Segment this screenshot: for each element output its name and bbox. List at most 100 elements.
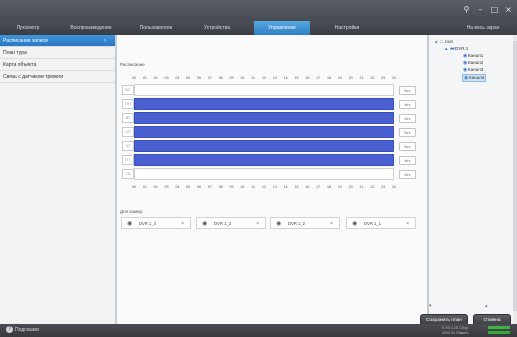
tree-device-label: DVR 1 (455, 46, 469, 51)
camera-chip: ◉ DVR 1_3 × (196, 217, 266, 229)
menu-playback[interactable]: Воспроизведение (56, 21, 126, 35)
close-icon[interactable]: × (181, 218, 184, 230)
status-line-2: 0/0/0 00 Память (442, 331, 469, 335)
hour-scale-top: 00 01 02 03 04 05 06 07 08 09 10 11 12 13 14 15 16 17 18 19… (132, 74, 396, 82)
camera-chip: ◉ DVR 1_4 × (121, 217, 191, 229)
tree-channel-label: Канал4 (469, 75, 485, 80)
tree-scrollbar[interactable] (513, 35, 517, 324)
hour-tick: 06 (197, 185, 201, 189)
close-icon[interactable]: × (256, 218, 259, 230)
help-link[interactable]: ? Подсказки (6, 326, 39, 335)
camera-name: DVR 1_4 (139, 221, 156, 226)
tree-channel-label: Канал1 (468, 53, 484, 58)
hour-tick: 09 (229, 185, 234, 189)
close-icon[interactable]: × (330, 218, 333, 230)
status-bar: ? Подсказки 0.7/0.1.2Б Сбор 0/0/0 00 Памя… (0, 324, 517, 337)
nav-item-alarm-link[interactable]: Связь с датчиком тревоги (0, 71, 115, 83)
hour-tick: 07 (207, 185, 212, 189)
window-controls: ⚲ – □ × (462, 5, 513, 14)
menu-view[interactable]: Просмотр (0, 21, 56, 35)
set-day-button[interactable]: Уст. (399, 100, 416, 109)
cpu-bar (488, 326, 510, 329)
day-timeline[interactable] (134, 168, 394, 180)
hour-tick: 11 (251, 76, 256, 80)
hour-tick: 14 (283, 185, 288, 189)
hour-tick: 18 (327, 185, 331, 189)
nav-item-record-schedule[interactable]: Расписание записи › (0, 35, 115, 47)
close-icon[interactable]: × (504, 5, 513, 14)
hour-tick: 01 (142, 185, 147, 189)
schedule-row: ПН Уст. (117, 98, 427, 110)
day-label: ЧТ (122, 141, 134, 151)
menu-users[interactable]: Пользователи (126, 21, 186, 35)
day-timeline[interactable] (134, 140, 394, 152)
day-timeline[interactable] (134, 154, 394, 166)
day-timeline[interactable] (134, 98, 394, 110)
tree-channel[interactable]: ◉Канал2 (463, 60, 483, 66)
camera-name: DVR 1_3 (214, 221, 231, 226)
schedule-row: ПТ Уст. (117, 154, 427, 166)
hour-tick: 19 (337, 76, 342, 80)
tree-device[interactable]: ▴ ▬DVR 1 (445, 46, 468, 52)
schedule-row: ВС Уст. (117, 84, 427, 96)
hour-tick: 03 (164, 185, 169, 189)
menu-fullscreen[interactable]: На весь экран (449, 21, 517, 35)
hour-tick: 09 (229, 76, 234, 80)
hour-tick: 00 (132, 185, 136, 189)
hour-tick: 24 (392, 76, 396, 80)
set-day-button[interactable]: Уст. (399, 86, 416, 95)
camera-name: DVR 1_1 (364, 221, 381, 226)
hour-tick: 18 (327, 76, 331, 80)
day-label: СР (122, 127, 134, 137)
tree-channel-selected[interactable]: ◉Канал4 (462, 74, 487, 82)
tree-root[interactable]: ▴ ⛬root (435, 39, 453, 45)
camera-icon: ◉ (127, 220, 133, 227)
scroll-down-icon[interactable]: ▾ (429, 303, 432, 309)
hour-tick: 24 (392, 185, 396, 189)
day-timeline[interactable] (134, 126, 394, 138)
menu-devices[interactable]: Устройства (186, 21, 248, 35)
scroll-up-icon[interactable]: ▴ (485, 303, 488, 309)
schedule-row: ЧТ Уст. (117, 140, 427, 152)
search-icon[interactable]: ⚲ (462, 5, 471, 14)
minimize-icon[interactable]: – (476, 5, 485, 14)
hour-tick: 17 (316, 185, 321, 189)
main-menu: Просмотр Воспроизведение Пользователи Ус… (0, 21, 517, 35)
maximize-icon[interactable]: □ (490, 5, 499, 14)
hour-tick: 04 (175, 185, 180, 189)
menu-settings[interactable]: Настройки (312, 21, 382, 35)
hour-tick: 08 (218, 76, 223, 80)
set-day-button[interactable]: Уст. (399, 170, 416, 179)
hour-tick: 13 (272, 76, 277, 80)
title-bar: ⚲ – □ × (0, 0, 517, 21)
set-day-button[interactable]: Уст. (399, 142, 416, 151)
nav-item-tour-plan[interactable]: План тура (0, 47, 115, 59)
set-day-button[interactable]: Уст. (399, 128, 416, 137)
set-day-button[interactable]: Уст. (399, 156, 416, 165)
hour-tick: 03 (164, 76, 169, 80)
tree-channel[interactable]: ◉Канал1 (463, 53, 483, 59)
schedule-row: СР Уст. (117, 126, 427, 138)
hour-tick: 20 (348, 76, 353, 80)
tree-root-label: root (445, 39, 453, 44)
memory-bar (488, 331, 510, 334)
scrollbar-thumb[interactable] (513, 41, 517, 311)
hour-tick: 14 (283, 76, 288, 80)
close-icon[interactable]: × (406, 218, 409, 230)
tree-channel[interactable]: ◉Канал3 (463, 67, 483, 73)
nav-item-label: Расписание записи (3, 38, 48, 44)
hour-tick: 02 (153, 185, 158, 189)
day-label: СБ (122, 169, 134, 179)
hour-scale-bottom: 00 01 02 03 04 05 06 07 08 09 10 11 12 13 14 15 16 17 18 19… (132, 183, 396, 191)
set-day-button[interactable]: Уст. (399, 114, 416, 123)
hour-tick: 16 (305, 185, 310, 189)
menu-management[interactable]: Управление (254, 21, 310, 35)
nav-item-site-map[interactable]: Карта объекта (0, 59, 115, 71)
tree-channel-label: Канал2 (468, 60, 484, 65)
day-timeline[interactable] (134, 112, 394, 124)
day-timeline[interactable] (134, 84, 394, 96)
hour-tick: 07 (207, 76, 212, 80)
question-icon: ? (6, 326, 13, 334)
day-label: ПТ (122, 155, 134, 165)
hour-tick: 15 (294, 185, 299, 189)
